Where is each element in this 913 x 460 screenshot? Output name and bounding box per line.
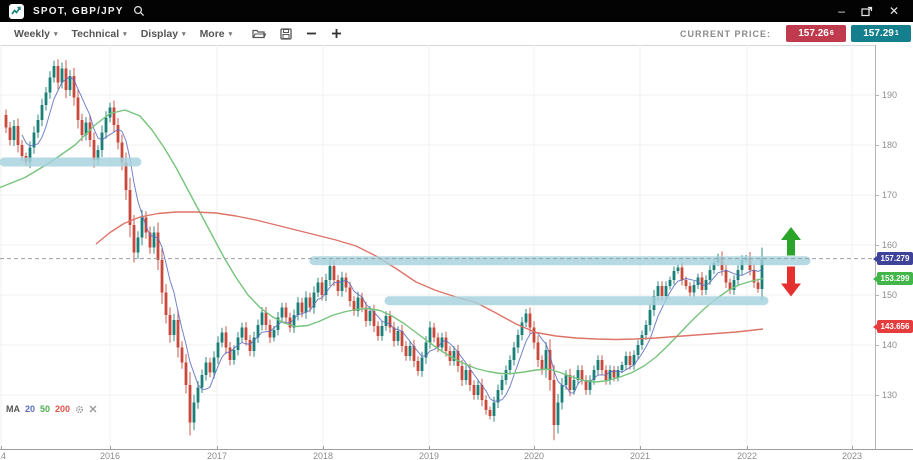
price-tick: 150	[882, 290, 897, 300]
bid-price-badge: 157.266	[786, 25, 846, 42]
year-tick: 2018	[313, 451, 333, 460]
price-tick: 130	[882, 390, 897, 400]
zoom-in-icon[interactable]	[331, 28, 342, 39]
price-tick: 170	[882, 190, 897, 200]
ma50-period: 50	[40, 404, 50, 414]
close-button[interactable]: ✕	[889, 6, 899, 16]
time-axis[interactable]: 14 2016 2017 2018 2019 2020 2021 2022 2023	[0, 449, 913, 460]
toolbar: Weekly▾ Technical▾ Display▾ More▾ CURREN…	[0, 22, 913, 46]
year-tick: 2020	[524, 451, 544, 460]
ask-price-badge: 157.291	[851, 25, 911, 42]
chevron-down-icon: ▾	[54, 30, 58, 38]
year-tick: 2017	[207, 451, 227, 460]
price-axis[interactable]: 190 180 170 160 150 140 130 157.279 153.299 143.6…	[875, 45, 913, 449]
price-flag: 153.299	[877, 272, 913, 285]
save-icon[interactable]	[280, 28, 292, 40]
popout-button[interactable]	[861, 6, 873, 17]
titlebar: SPOT, GBP/JPY – ✕	[0, 0, 913, 22]
price-tick: 180	[882, 140, 897, 150]
display-dropdown[interactable]: Display▾	[141, 28, 186, 40]
year-tick: 2019	[419, 451, 439, 460]
price-tick: 140	[882, 340, 897, 350]
year-tick: 2016	[100, 451, 120, 460]
year-tick: 14	[0, 451, 6, 460]
timeframe-dropdown[interactable]: Weekly▾	[14, 28, 58, 40]
app-logo-icon	[9, 4, 24, 19]
technical-dropdown[interactable]: Technical▾	[72, 28, 127, 40]
ma-legend: MA 20 50 200	[6, 404, 97, 414]
ma200-period: 200	[55, 404, 70, 414]
ma-settings-gear-icon[interactable]	[75, 405, 84, 414]
zoom-out-icon[interactable]	[306, 28, 317, 39]
candlestick-chart[interactable]	[0, 45, 875, 449]
chevron-down-icon: ▾	[123, 30, 127, 38]
year-tick: 2022	[737, 451, 757, 460]
current-price-label: CURRENT PRICE:	[680, 29, 771, 39]
chevron-down-icon: ▾	[229, 30, 233, 38]
ma-legend-label: MA	[6, 404, 20, 414]
current-price-bar: CURRENT PRICE: 157.266 157.291	[680, 25, 911, 42]
ma-close-icon[interactable]	[89, 405, 97, 413]
open-folder-icon[interactable]	[252, 28, 266, 39]
breakdown-down-arrow	[781, 267, 801, 297]
year-tick: 2021	[630, 451, 650, 460]
search-icon[interactable]	[133, 5, 145, 17]
minimize-button[interactable]: –	[838, 6, 845, 16]
ma20-period: 20	[25, 404, 35, 414]
trading-app-window: { "window": { "title": "SPOT, GBP/JPY", …	[0, 0, 913, 460]
year-tick: 2023	[842, 451, 862, 460]
price-tick: 190	[882, 90, 897, 100]
price-tick: 160	[882, 240, 897, 250]
price-flag: 143.656	[877, 320, 913, 333]
chevron-down-icon: ▾	[182, 30, 186, 38]
breakout-up-arrow	[781, 227, 801, 256]
symbol-title: SPOT, GBP/JPY	[33, 6, 124, 17]
price-flag: 157.279	[877, 252, 913, 265]
more-dropdown[interactable]: More▾	[200, 28, 233, 40]
